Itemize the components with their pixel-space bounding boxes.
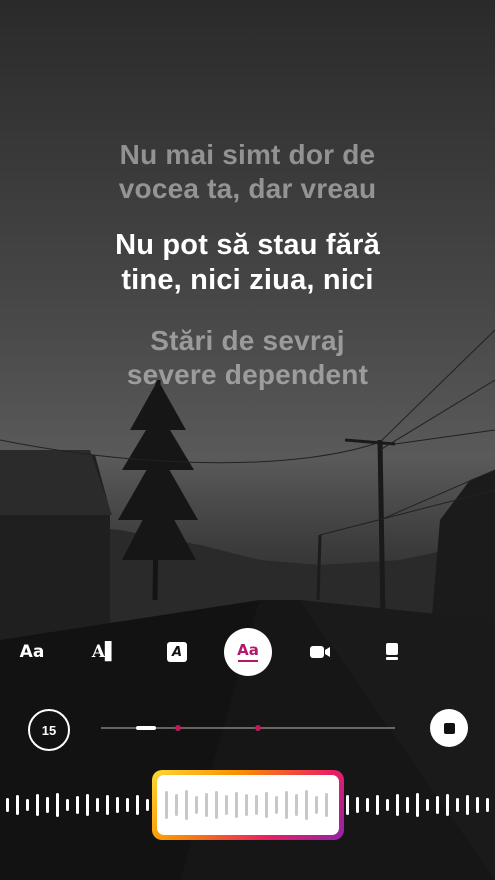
lyric-line: Stări de sevraj [150, 325, 345, 356]
waveform-bar [66, 799, 69, 811]
video-camera-icon [310, 646, 330, 658]
typewriter-style-button[interactable]: Aa [8, 628, 56, 676]
waveform-bar [466, 795, 469, 815]
clip-selector[interactable] [152, 770, 344, 840]
lyrics-current: Nu pot să stau fără tine, nici ziua, nic… [0, 228, 495, 298]
waveform-bar [6, 798, 9, 812]
waveform-bar [386, 799, 389, 811]
waveform-bar [106, 795, 109, 815]
clip-selector-window [157, 775, 339, 835]
display-card-icon [386, 643, 398, 660]
lyric-marker [255, 725, 261, 731]
waveform-bar [56, 793, 59, 817]
lyric-line-active: tine, nici ziua, nici [121, 264, 374, 296]
waveform-bar [406, 797, 409, 813]
waveform-bar [436, 796, 439, 814]
lyric-line-active: Nu pot să stau fără [115, 229, 380, 261]
waveform-bar [146, 799, 149, 811]
waveform-bar [255, 795, 258, 815]
lyric-line: Nu mai simt dor de [119, 139, 376, 170]
background-photo [0, 0, 495, 880]
lyric-line: vocea ta, dar vreau [118, 173, 377, 204]
waveform-bar [245, 794, 248, 816]
road-scene-illustration [0, 329, 495, 880]
waveform-bar [136, 795, 139, 815]
karaoke-underline [237, 660, 258, 662]
waveform-bar [225, 795, 228, 815]
waveform-bar [165, 791, 168, 819]
waveform-bar [396, 794, 399, 816]
lyric-marker [175, 725, 181, 731]
waveform-bar [235, 792, 238, 818]
waveform-bar [126, 798, 129, 812]
waveform-bar [76, 796, 79, 814]
lyrics-next: Stări de sevraj severe dependent [0, 324, 495, 392]
duration-label: 15 [41, 722, 57, 738]
waveform-bar [195, 796, 198, 814]
waveform-bar [265, 792, 268, 818]
waveform-bar [26, 799, 29, 811]
waveform-bar [376, 795, 379, 815]
waveform-bar [285, 791, 288, 819]
text-cursor-icon: A▌ [91, 642, 119, 662]
video-style-button[interactable] [296, 628, 344, 676]
lyrics-style-toolbar: Aa A▌ A Aa [0, 628, 495, 676]
waveform-bar [185, 790, 188, 820]
waveform-bar [175, 794, 178, 816]
lyrics-previous: Nu mai simt dor de vocea ta, dar vreau [0, 138, 495, 206]
waveform-bar [295, 794, 298, 816]
waveform-bar [456, 798, 459, 812]
stop-icon [443, 722, 455, 734]
waveform-bar [446, 794, 449, 816]
waveform-bar [305, 790, 308, 820]
karaoke-text-glyph: Aa [237, 641, 259, 659]
text-size-icon: Aa [19, 642, 45, 662]
waveform-bar [356, 797, 359, 813]
stop-button[interactable] [430, 709, 468, 747]
karaoke-text-icon: Aa [237, 642, 259, 662]
karaoke-style-button[interactable]: Aa [224, 628, 272, 676]
waveform-bar [476, 797, 479, 813]
waveform-bar [46, 797, 49, 813]
selected-waveform [165, 790, 328, 820]
waveform-bar [36, 794, 39, 816]
text-cursor-style-button[interactable]: A▌ [81, 628, 129, 676]
boxed-a-icon: A [167, 642, 187, 662]
waveform-bar [426, 799, 429, 811]
waveform-bar [275, 796, 278, 814]
waveform-bar [346, 795, 349, 815]
waveform-bar [86, 794, 89, 816]
waveform-bar [416, 793, 419, 817]
duration-button[interactable]: 15 [28, 709, 70, 751]
waveform-bar [325, 793, 328, 817]
boxed-italic-style-button[interactable]: A [153, 628, 201, 676]
boxed-a-letter: A [171, 644, 183, 660]
lyric-line: severe dependent [126, 359, 369, 390]
waveform-bar [116, 797, 119, 813]
waveform-bar [205, 793, 208, 817]
sticker-style-button[interactable] [368, 628, 416, 676]
playback-position-indicator[interactable] [136, 726, 156, 730]
waveform-bar [486, 798, 489, 812]
waveform-bar [96, 798, 99, 812]
waveform-bar [366, 798, 369, 812]
waveform-bar [16, 795, 19, 815]
waveform-bar [315, 796, 318, 814]
waveform-bar [215, 791, 218, 819]
